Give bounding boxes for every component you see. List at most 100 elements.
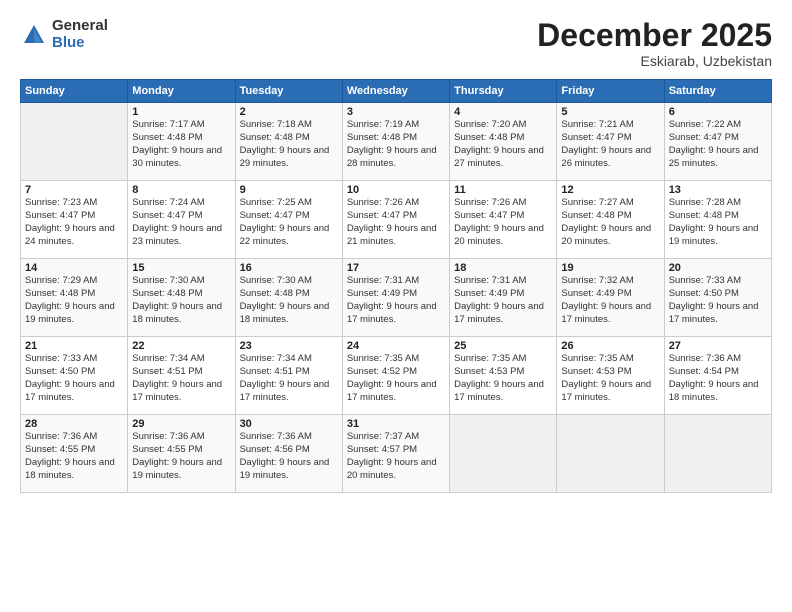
day-number: 17 — [347, 262, 445, 274]
main-title: December 2025 — [537, 18, 772, 53]
day-detail: Sunrise: 7:34 AMSunset: 4:51 PMDaylight:… — [132, 353, 222, 402]
calendar-cell: 30 Sunrise: 7:36 AMSunset: 4:56 PMDaylig… — [235, 415, 342, 493]
day-number: 27 — [669, 340, 767, 352]
day-number: 18 — [454, 262, 552, 274]
header-day-wednesday: Wednesday — [342, 80, 449, 103]
day-detail: Sunrise: 7:18 AMSunset: 4:48 PMDaylight:… — [240, 119, 330, 168]
day-number: 20 — [669, 262, 767, 274]
calendar-cell: 27 Sunrise: 7:36 AMSunset: 4:54 PMDaylig… — [664, 337, 771, 415]
header: General Blue December 2025 Eskiarab, Uzb… — [20, 18, 772, 69]
day-number: 16 — [240, 262, 338, 274]
logo-icon — [20, 21, 48, 49]
day-detail: Sunrise: 7:27 AMSunset: 4:48 PMDaylight:… — [561, 197, 651, 246]
calendar-cell: 23 Sunrise: 7:34 AMSunset: 4:51 PMDaylig… — [235, 337, 342, 415]
day-detail: Sunrise: 7:29 AMSunset: 4:48 PMDaylight:… — [25, 275, 115, 324]
day-detail: Sunrise: 7:36 AMSunset: 4:56 PMDaylight:… — [240, 431, 330, 480]
calendar-cell: 26 Sunrise: 7:35 AMSunset: 4:53 PMDaylig… — [557, 337, 664, 415]
day-number: 14 — [25, 262, 123, 274]
day-detail: Sunrise: 7:23 AMSunset: 4:47 PMDaylight:… — [25, 197, 115, 246]
calendar-cell: 12 Sunrise: 7:27 AMSunset: 4:48 PMDaylig… — [557, 181, 664, 259]
header-day-tuesday: Tuesday — [235, 80, 342, 103]
page: General Blue December 2025 Eskiarab, Uzb… — [0, 0, 792, 612]
calendar-cell: 5 Sunrise: 7:21 AMSunset: 4:47 PMDayligh… — [557, 103, 664, 181]
title-block: December 2025 Eskiarab, Uzbekistan — [537, 18, 772, 69]
day-detail: Sunrise: 7:26 AMSunset: 4:47 PMDaylight:… — [347, 197, 437, 246]
day-detail: Sunrise: 7:36 AMSunset: 4:55 PMDaylight:… — [132, 431, 222, 480]
calendar-cell: 9 Sunrise: 7:25 AMSunset: 4:47 PMDayligh… — [235, 181, 342, 259]
day-detail: Sunrise: 7:35 AMSunset: 4:53 PMDaylight:… — [454, 353, 544, 402]
header-day-monday: Monday — [128, 80, 235, 103]
calendar-cell: 10 Sunrise: 7:26 AMSunset: 4:47 PMDaylig… — [342, 181, 449, 259]
calendar-cell: 21 Sunrise: 7:33 AMSunset: 4:50 PMDaylig… — [21, 337, 128, 415]
calendar-cell — [557, 415, 664, 493]
day-detail: Sunrise: 7:36 AMSunset: 4:54 PMDaylight:… — [669, 353, 759, 402]
day-detail: Sunrise: 7:36 AMSunset: 4:55 PMDaylight:… — [25, 431, 115, 480]
calendar-cell: 15 Sunrise: 7:30 AMSunset: 4:48 PMDaylig… — [128, 259, 235, 337]
calendar-cell: 1 Sunrise: 7:17 AMSunset: 4:48 PMDayligh… — [128, 103, 235, 181]
calendar-table: SundayMondayTuesdayWednesdayThursdayFrid… — [20, 79, 772, 493]
day-number: 25 — [454, 340, 552, 352]
calendar-cell: 22 Sunrise: 7:34 AMSunset: 4:51 PMDaylig… — [128, 337, 235, 415]
header-day-thursday: Thursday — [450, 80, 557, 103]
calendar-cell — [664, 415, 771, 493]
day-number: 2 — [240, 106, 338, 118]
day-detail: Sunrise: 7:37 AMSunset: 4:57 PMDaylight:… — [347, 431, 437, 480]
calendar-cell — [21, 103, 128, 181]
calendar-cell: 8 Sunrise: 7:24 AMSunset: 4:47 PMDayligh… — [128, 181, 235, 259]
day-detail: Sunrise: 7:33 AMSunset: 4:50 PMDaylight:… — [25, 353, 115, 402]
day-detail: Sunrise: 7:31 AMSunset: 4:49 PMDaylight:… — [454, 275, 544, 324]
day-number: 5 — [561, 106, 659, 118]
calendar-cell: 31 Sunrise: 7:37 AMSunset: 4:57 PMDaylig… — [342, 415, 449, 493]
day-number: 12 — [561, 184, 659, 196]
day-number: 23 — [240, 340, 338, 352]
calendar-header-row: SundayMondayTuesdayWednesdayThursdayFrid… — [21, 80, 772, 103]
day-detail: Sunrise: 7:31 AMSunset: 4:49 PMDaylight:… — [347, 275, 437, 324]
day-detail: Sunrise: 7:33 AMSunset: 4:50 PMDaylight:… — [669, 275, 759, 324]
day-number: 4 — [454, 106, 552, 118]
subtitle: Eskiarab, Uzbekistan — [537, 53, 772, 69]
day-detail: Sunrise: 7:25 AMSunset: 4:47 PMDaylight:… — [240, 197, 330, 246]
day-detail: Sunrise: 7:35 AMSunset: 4:52 PMDaylight:… — [347, 353, 437, 402]
calendar-cell — [450, 415, 557, 493]
day-number: 30 — [240, 418, 338, 430]
day-detail: Sunrise: 7:32 AMSunset: 4:49 PMDaylight:… — [561, 275, 651, 324]
day-number: 21 — [25, 340, 123, 352]
day-detail: Sunrise: 7:21 AMSunset: 4:47 PMDaylight:… — [561, 119, 651, 168]
day-number: 19 — [561, 262, 659, 274]
day-number: 29 — [132, 418, 230, 430]
calendar-week-row: 1 Sunrise: 7:17 AMSunset: 4:48 PMDayligh… — [21, 103, 772, 181]
calendar-week-row: 21 Sunrise: 7:33 AMSunset: 4:50 PMDaylig… — [21, 337, 772, 415]
calendar-week-row: 28 Sunrise: 7:36 AMSunset: 4:55 PMDaylig… — [21, 415, 772, 493]
calendar-cell: 4 Sunrise: 7:20 AMSunset: 4:48 PMDayligh… — [450, 103, 557, 181]
calendar-week-row: 14 Sunrise: 7:29 AMSunset: 4:48 PMDaylig… — [21, 259, 772, 337]
day-number: 15 — [132, 262, 230, 274]
day-detail: Sunrise: 7:30 AMSunset: 4:48 PMDaylight:… — [240, 275, 330, 324]
day-number: 9 — [240, 184, 338, 196]
calendar-cell: 17 Sunrise: 7:31 AMSunset: 4:49 PMDaylig… — [342, 259, 449, 337]
calendar-cell: 16 Sunrise: 7:30 AMSunset: 4:48 PMDaylig… — [235, 259, 342, 337]
day-number: 10 — [347, 184, 445, 196]
day-detail: Sunrise: 7:30 AMSunset: 4:48 PMDaylight:… — [132, 275, 222, 324]
logo: General Blue — [20, 18, 108, 51]
calendar-week-row: 7 Sunrise: 7:23 AMSunset: 4:47 PMDayligh… — [21, 181, 772, 259]
day-number: 8 — [132, 184, 230, 196]
day-detail: Sunrise: 7:19 AMSunset: 4:48 PMDaylight:… — [347, 119, 437, 168]
header-day-friday: Friday — [557, 80, 664, 103]
day-number: 7 — [25, 184, 123, 196]
day-number: 11 — [454, 184, 552, 196]
day-number: 31 — [347, 418, 445, 430]
logo-general-text: General — [52, 18, 108, 35]
calendar-cell: 25 Sunrise: 7:35 AMSunset: 4:53 PMDaylig… — [450, 337, 557, 415]
calendar-cell: 24 Sunrise: 7:35 AMSunset: 4:52 PMDaylig… — [342, 337, 449, 415]
day-number: 28 — [25, 418, 123, 430]
day-number: 1 — [132, 106, 230, 118]
day-number: 22 — [132, 340, 230, 352]
day-detail: Sunrise: 7:28 AMSunset: 4:48 PMDaylight:… — [669, 197, 759, 246]
day-number: 26 — [561, 340, 659, 352]
day-detail: Sunrise: 7:22 AMSunset: 4:47 PMDaylight:… — [669, 119, 759, 168]
day-detail: Sunrise: 7:24 AMSunset: 4:47 PMDaylight:… — [132, 197, 222, 246]
logo-blue-text: Blue — [52, 35, 108, 52]
calendar-cell: 14 Sunrise: 7:29 AMSunset: 4:48 PMDaylig… — [21, 259, 128, 337]
calendar-cell: 28 Sunrise: 7:36 AMSunset: 4:55 PMDaylig… — [21, 415, 128, 493]
header-day-sunday: Sunday — [21, 80, 128, 103]
